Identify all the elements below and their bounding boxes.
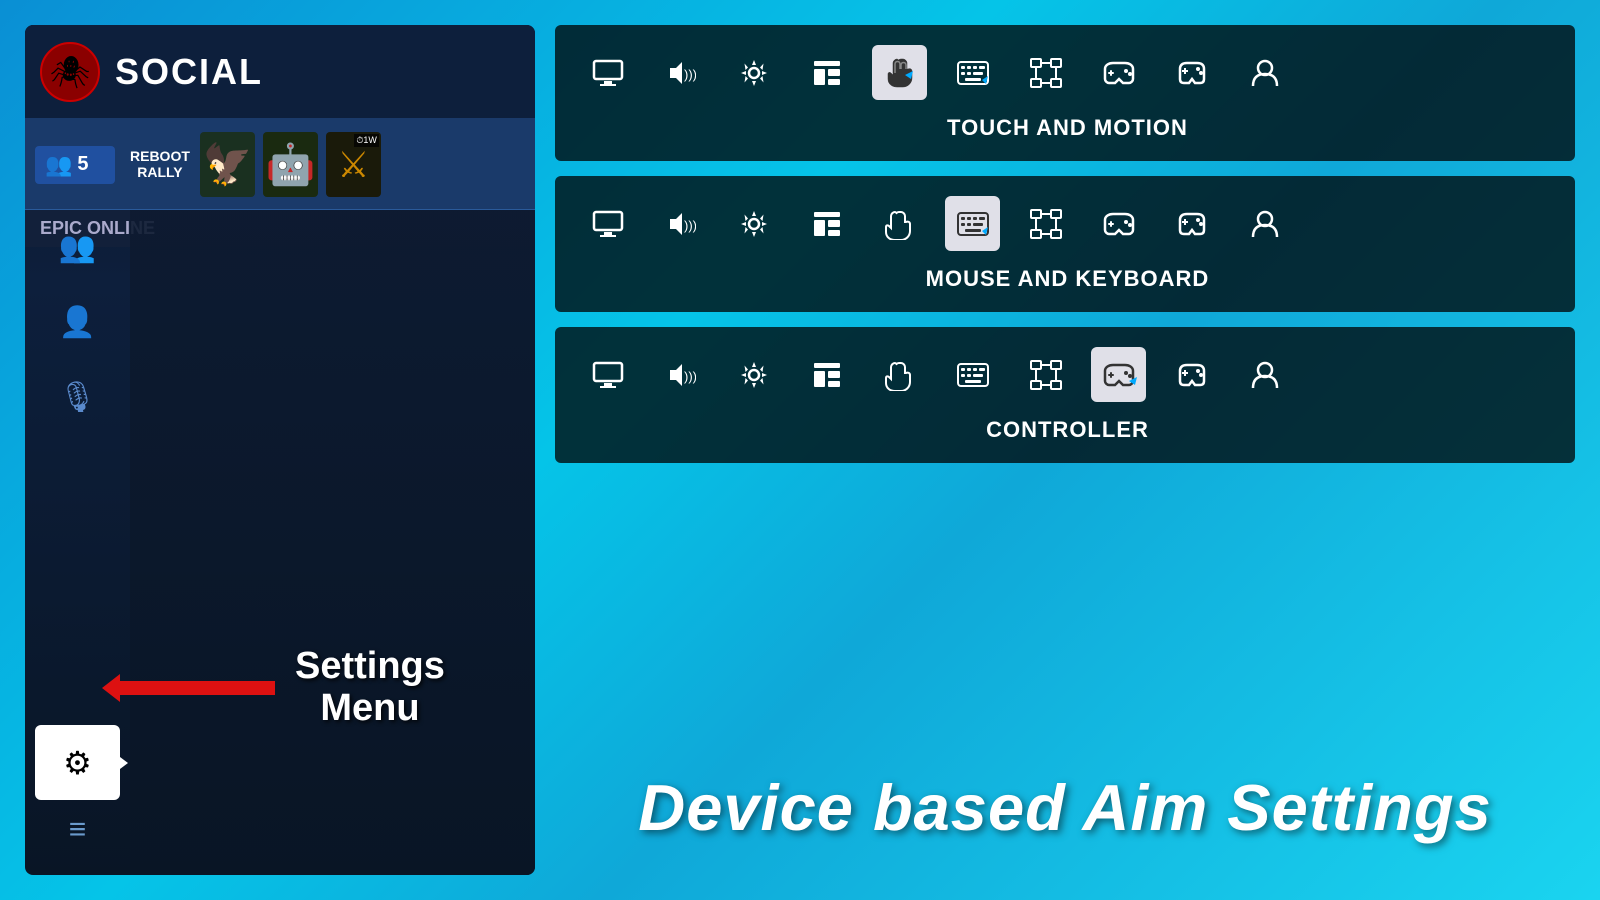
controller2-icon-3[interactable] <box>1164 347 1219 402</box>
friends-badge[interactable]: 👥 5 <box>35 146 115 184</box>
profile-icon-2[interactable] <box>1237 196 1292 251</box>
sidebar-item-mic[interactable]: 🎙 <box>25 360 130 435</box>
network-icon-1[interactable] <box>1018 45 1073 100</box>
ui-icon-2[interactable] <box>799 196 854 251</box>
settings-menu-label: Settings Menu <box>295 646 445 730</box>
char-slot-1[interactable]: 🦅 <box>200 132 255 197</box>
ui-icon-1[interactable] <box>799 45 854 100</box>
monitor-icon-3[interactable] <box>580 347 635 402</box>
keyboard-icon-2[interactable] <box>945 196 1000 251</box>
sidebar-item-profile[interactable]: 👤 <box>25 285 130 360</box>
svg-text:)))): )))) <box>684 67 696 82</box>
controller2-icon-2[interactable] <box>1164 196 1219 251</box>
arrow-annotation: Settings Menu <box>120 646 445 730</box>
sidebar-icons: 👥 👤 🎙 <box>25 210 130 435</box>
red-arrow <box>120 681 275 695</box>
controller-icons: )))) <box>580 347 1550 402</box>
app-header: 🕷 SOCIAL <box>25 25 535 120</box>
touch-motion-icons: )))) <box>580 45 1550 100</box>
sound-icon-2[interactable]: )))) <box>653 196 708 251</box>
touch-motion-label: TOUCH AND MOTION <box>580 115 1550 141</box>
controller1-icon-3-active[interactable] <box>1091 347 1146 402</box>
gear-icon-2[interactable] <box>726 196 781 251</box>
controller-panel: )))) <box>555 327 1575 463</box>
top-banner: 👥 5 REBOOTRALLY 🦅 🤖 ⚔ ⏱1W <box>25 120 535 210</box>
friends-icon: 👥 <box>45 152 72 178</box>
network-icon-3[interactable] <box>1018 347 1073 402</box>
sound-icon-1[interactable]: )))) <box>653 45 708 100</box>
ui-icon-3[interactable] <box>799 347 854 402</box>
touch-motion-panel: )))) <box>555 25 1575 161</box>
bottom-sidebar: ⚙ ≡ <box>25 725 130 855</box>
character-slots: 🦅 🤖 ⚔ ⏱1W <box>200 132 381 197</box>
network-icon-2[interactable] <box>1018 196 1073 251</box>
gear-icon-1[interactable] <box>726 45 781 100</box>
timer-badge: ⏱1W <box>354 134 379 147</box>
monitor-icon-2[interactable] <box>580 196 635 251</box>
friends-count: 5 <box>77 153 88 176</box>
left-panel: 🕷 SOCIAL 👥 5 REBOOTRALLY 🦅 🤖 ⚔ ⏱1W EPIC … <box>25 25 535 875</box>
hamburger-icon: ≡ <box>69 813 87 847</box>
keyboard-icon-1[interactable] <box>945 45 1000 100</box>
mouse-keyboard-panel: )))) <box>555 176 1575 312</box>
svg-text:)))): )))) <box>684 369 696 384</box>
device-aim-label: Device based Aim Settings <box>555 770 1575 845</box>
right-panel: )))) <box>555 25 1575 875</box>
controller1-icon-1[interactable] <box>1091 45 1146 100</box>
keyboard-icon-3[interactable] <box>945 347 1000 402</box>
profile-icon-3[interactable] <box>1237 347 1292 402</box>
controller1-icon-2[interactable] <box>1091 196 1146 251</box>
app-logo: 🕷 <box>40 42 100 102</box>
touch-icon-3[interactable] <box>872 347 927 402</box>
sound-icon-3[interactable]: )))) <box>653 347 708 402</box>
settings-icon: ⚙ <box>63 744 92 782</box>
settings-button[interactable]: ⚙ <box>35 725 120 800</box>
hamburger-button[interactable]: ≡ <box>35 805 120 855</box>
touch-icon-1[interactable] <box>872 45 927 100</box>
svg-text:)))): )))) <box>684 218 696 233</box>
controller2-icon-1[interactable] <box>1164 45 1219 100</box>
monitor-icon-1[interactable] <box>580 45 635 100</box>
mouse-keyboard-label: MOUSE AND KEYBOARD <box>580 266 1550 292</box>
char-slot-2[interactable]: 🤖 <box>263 132 318 197</box>
sidebar-item-friends[interactable]: 👥 <box>25 210 130 285</box>
reboot-label: REBOOTRALLY <box>130 149 190 180</box>
profile-icon-1[interactable] <box>1237 45 1292 100</box>
content-area <box>130 210 535 875</box>
touch-icon-2[interactable] <box>872 196 927 251</box>
mouse-keyboard-icons: )))) <box>580 196 1550 251</box>
app-title: SOCIAL <box>115 51 263 93</box>
char-slot-3[interactable]: ⚔ ⏱1W <box>326 132 381 197</box>
gear-icon-3[interactable] <box>726 347 781 402</box>
controller-label: CONTROLLER <box>580 417 1550 443</box>
